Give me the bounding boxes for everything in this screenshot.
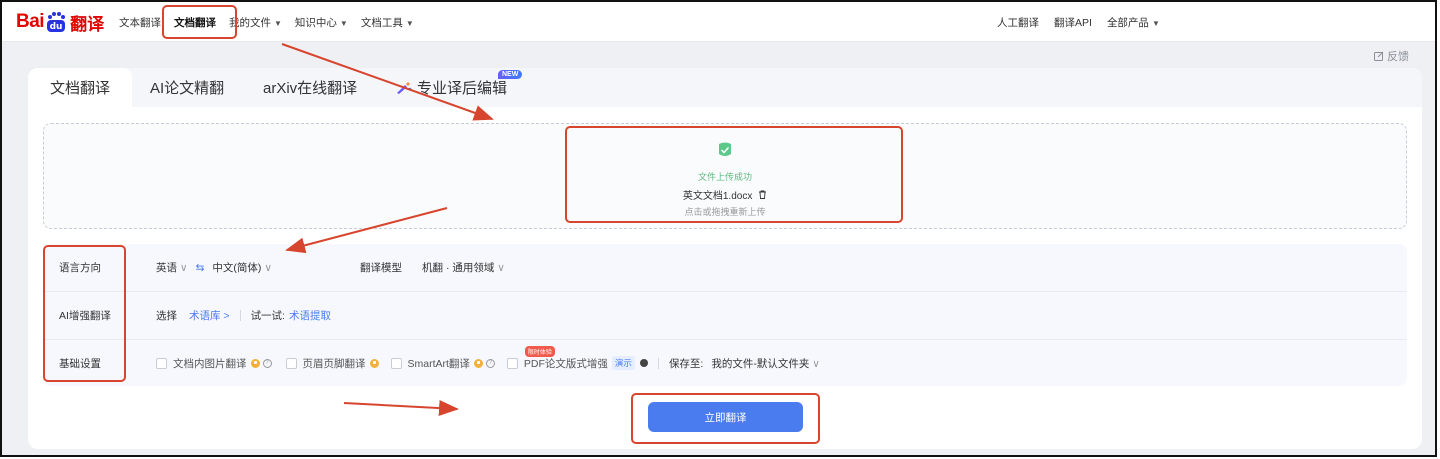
target-language-select[interactable]: 中文(简体) ∨: [212, 260, 272, 275]
header-footer-label: 页眉页脚翻译: [302, 357, 366, 370]
nav-knowledge-center[interactable]: 知识中心 ▼: [295, 15, 348, 30]
term-extract-link[interactable]: 术语提取: [289, 308, 331, 323]
help-icon[interactable]: ?: [485, 358, 495, 368]
upload-status: 文件上传成功 英文文档1.docx 点击或拖拽重新上传: [44, 141, 1406, 218]
divider: [239, 309, 241, 321]
edit-icon: [1374, 51, 1384, 61]
save-folder-select[interactable]: 我的文件-默认文件夹 ∨: [711, 356, 820, 371]
uploaded-file: 英文文档1.docx: [44, 187, 1406, 202]
term-library-link[interactable]: 术语库 >: [189, 308, 230, 323]
uploaded-filename: 英文文档1.docx: [682, 191, 753, 202]
demo-badge[interactable]: 演示: [611, 356, 635, 370]
pdf-enhance-option: 限时体验 PDF论文版式增强 演示: [506, 345, 648, 371]
feature-tabs: 文档翻译 AI论文精翻 arXiv在线翻译 专业译后编辑 NEW: [28, 68, 1422, 107]
vip-icon: [250, 358, 260, 368]
ai-select-label: 选择: [156, 309, 177, 322]
smartart-checkbox[interactable]: [390, 357, 402, 369]
reupload-tip: 点击或拖拽重新上传: [684, 207, 766, 217]
caret-down-icon: ▼: [1151, 18, 1160, 28]
doc-translate-card: 文档翻译 AI论文精翻 arXiv在线翻译 专业译后编辑 NEW 文件上传成功: [28, 68, 1422, 449]
try-label: 试一试:: [250, 309, 285, 322]
tab-ai-paper-translate[interactable]: AI论文精翻: [150, 68, 224, 107]
header-footer-checkbox[interactable]: [285, 357, 297, 369]
image-translate-label: 文档内图片翻译: [173, 357, 247, 370]
nav-doc-translate[interactable]: 文档翻译: [174, 15, 216, 30]
caret-down-icon: ▼: [339, 18, 348, 28]
nav-all-products[interactable]: 全部产品 ▼: [1107, 15, 1160, 30]
translate-now-button[interactable]: 立即翻译: [648, 402, 803, 432]
basic-settings-row: 基础设置 文档内图片翻译 ? 页眉页脚翻译 SmartArt翻译 ? 限时体验: [43, 339, 1407, 386]
delete-icon[interactable]: [758, 190, 767, 199]
logo-bai-text: Bai: [16, 11, 45, 32]
ai-enhance-label: AI增强翻译: [59, 309, 111, 322]
svg-text:du: du: [50, 22, 63, 32]
image-translate-checkbox[interactable]: [156, 357, 167, 369]
pdf-enhance-label: PDF论文版式增强: [523, 357, 608, 370]
tab-doc-translate[interactable]: 文档翻译: [28, 68, 133, 107]
feedback-link[interactable]: 反馈: [1374, 48, 1409, 64]
nav-my-files[interactable]: 我的文件 ▼: [229, 15, 282, 30]
file-upload-dropzone[interactable]: 文件上传成功 英文文档1.docx 点击或拖拽重新上传: [43, 123, 1407, 229]
nav-translate-api[interactable]: 翻译API: [1054, 15, 1092, 30]
swap-languages-icon[interactable]: ⇆: [196, 262, 205, 274]
language-row: 语言方向 英语 ∨ ⇆ 中文(简体) ∨ 翻译模型 机翻 · 通用领域 ∨: [43, 244, 1407, 291]
tab-arxiv-translate[interactable]: arXiv在线翻译: [263, 68, 357, 107]
ai-enhance-row: AI增强翻译 选择 术语库 > 试一试: 术语提取: [43, 291, 1407, 338]
feedback-label: 反馈: [1387, 51, 1409, 63]
chevron-down-icon: ∨: [497, 262, 505, 274]
top-navbar: Bai du 翻译 文本翻译 文档翻译 我的文件 ▼ 知识中心 ▼ 文档工具 ▼ 人工…: [2, 2, 1435, 42]
screenshot-frame: Bai du 翻译 文本翻译 文档翻译 我的文件 ▼ 知识中心 ▼ 文档工具 ▼ 人工…: [0, 0, 1437, 457]
caret-down-icon: ▼: [405, 18, 414, 28]
limited-trial-badge: 限时体验: [524, 345, 555, 357]
nav-doc-tools[interactable]: 文档工具 ▼: [361, 15, 414, 30]
pen-sparkle-icon: [397, 81, 412, 94]
save-to-label: 保存至:: [668, 357, 704, 370]
paw-icon: du: [45, 11, 67, 33]
model-select[interactable]: 机翻 · 通用领域 ∨: [422, 260, 505, 275]
source-language-select[interactable]: 英语 ∨: [156, 260, 188, 275]
new-badge: NEW: [498, 70, 523, 79]
help-icon[interactable]: ?: [262, 358, 272, 368]
model-label: 翻译模型: [360, 262, 403, 274]
caret-down-icon: ▼: [274, 18, 282, 28]
vip-icon: [369, 358, 379, 368]
baidu-translate-logo[interactable]: Bai du 翻译: [16, 9, 104, 35]
divider: [657, 357, 659, 369]
language-direction-label: 语言方向: [59, 262, 101, 274]
secondary-nav: 人工翻译 翻译API 全部产品 ▼: [997, 2, 1175, 42]
upload-success-icon: [719, 142, 731, 156]
vip-icon: [473, 358, 483, 368]
chevron-down-icon: ∨: [179, 262, 188, 274]
chevron-down-icon: ∨: [264, 262, 273, 274]
preview-icon[interactable]: [639, 359, 648, 367]
logo-fanyi-text: 翻译: [70, 14, 105, 34]
nav-text-translate[interactable]: 文本翻译: [119, 15, 161, 30]
smartart-label: SmartArt翻译: [407, 357, 470, 370]
tab-post-edit[interactable]: 专业译后编辑: [396, 68, 507, 107]
basic-settings-label: 基础设置: [59, 357, 101, 370]
translation-settings: 语言方向 英语 ∨ ⇆ 中文(简体) ∨ 翻译模型 机翻 · 通用领域 ∨ AI…: [43, 244, 1407, 386]
upload-success-text: 文件上传成功: [697, 172, 752, 182]
nav-human-translate[interactable]: 人工翻译: [997, 15, 1039, 30]
pdf-enhance-checkbox[interactable]: [506, 357, 518, 369]
chevron-down-icon: ∨: [812, 357, 820, 370]
primary-nav: 文本翻译 文档翻译 我的文件 ▼ 知识中心 ▼ 文档工具 ▼: [119, 2, 427, 42]
